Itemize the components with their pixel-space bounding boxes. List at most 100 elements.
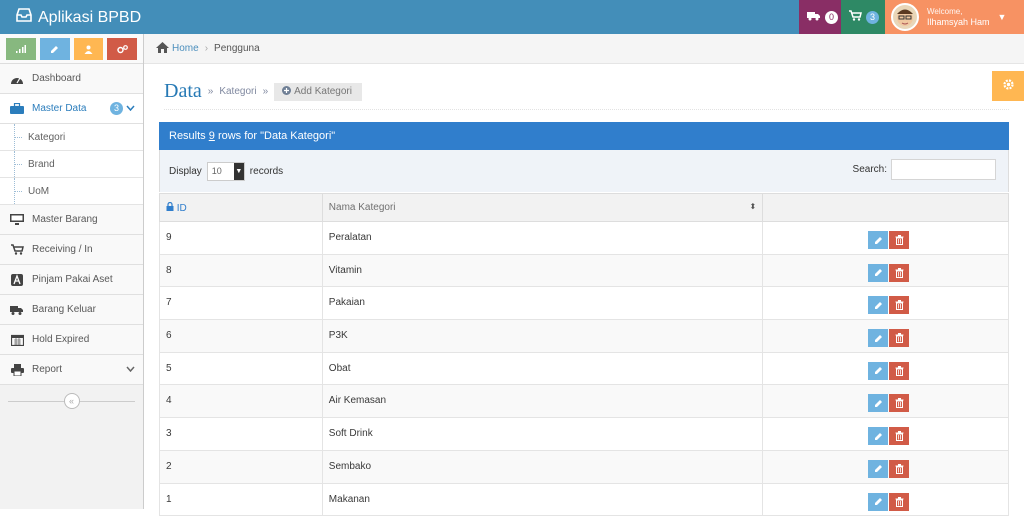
user-name: Ilhamsyah Ham <box>927 17 990 27</box>
table-row: 6 P3K <box>159 319 1009 353</box>
records-per-page-value: 10 <box>211 166 222 176</box>
cell-actions <box>762 482 1009 516</box>
pencil-icon <box>874 301 882 309</box>
edit-button[interactable] <box>868 361 889 380</box>
pencil-icon <box>874 465 882 473</box>
delete-button[interactable] <box>889 231 910 249</box>
sidebar-item-label: Barang Keluar <box>32 304 96 315</box>
table-row: 7 Pakaian <box>159 286 1009 321</box>
delete-button[interactable] <box>889 263 910 282</box>
sidebar-item-dashboard[interactable]: Dashboard <box>0 64 143 94</box>
print-icon <box>10 363 24 376</box>
column-header-nama-kategori[interactable]: Nama Kategori ⬍ <box>321 193 764 222</box>
column-header-id[interactable]: ID <box>159 193 323 222</box>
dashboard-icon <box>10 74 24 84</box>
breadcrumb-home[interactable]: Home <box>156 41 199 56</box>
pencil-icon <box>874 399 882 407</box>
pencil-icon <box>874 367 882 375</box>
cell-nama-kategori: Pakaian <box>321 286 764 321</box>
truck-notifications[interactable]: 0 <box>799 0 841 34</box>
edit-button[interactable] <box>868 492 889 511</box>
sidebar-subitem-uom[interactable]: UoM <box>0 178 143 205</box>
chart-icon[interactable] <box>6 38 36 60</box>
cart-icon <box>849 10 862 24</box>
table-row: 3 Soft Drink <box>159 417 1009 451</box>
double-chevron-left-icon[interactable]: « <box>63 393 80 409</box>
breadcrumb-home-label: Home <box>172 43 199 54</box>
cell-id: 1 <box>159 482 323 516</box>
results-suffix: rows for "Data Kategori" <box>217 130 336 142</box>
user-icon[interactable] <box>73 38 104 60</box>
sidebar-item-receiving[interactable]: Receiving / In <box>0 235 143 265</box>
records-per-page-select[interactable]: 10 ▼ <box>206 161 245 181</box>
plus-circle-icon <box>282 85 292 98</box>
calendar-icon <box>10 334 24 346</box>
pencil-icon <box>874 269 882 277</box>
trash-icon <box>895 333 904 344</box>
edit-button[interactable] <box>868 263 889 282</box>
sidebar-item-barang-keluar[interactable]: Barang Keluar <box>0 295 143 325</box>
pencil-icon[interactable] <box>39 38 70 60</box>
sidebar-item-master-barang[interactable]: Master Barang <box>0 205 143 235</box>
cell-nama-kategori: Soft Drink <box>321 417 764 451</box>
breadcrumb-current: Pengguna <box>214 43 260 54</box>
trash-icon <box>895 267 904 278</box>
delete-button[interactable] <box>889 361 910 380</box>
trash-icon <box>895 300 904 311</box>
edit-button[interactable] <box>868 231 889 249</box>
user-menu[interactable]: Welcome, Ilhamsyah Ham ▼ <box>885 0 1024 34</box>
column-header-label: ID <box>176 202 187 214</box>
edit-button[interactable] <box>868 459 889 478</box>
delete-button[interactable] <box>889 394 910 413</box>
desktop-icon <box>10 214 24 225</box>
delete-button[interactable] <box>889 492 910 511</box>
sidebar-item-master-data[interactable]: Master Data 3 <box>0 94 143 124</box>
table-row: 5 Obat <box>159 351 1009 386</box>
master-data-badge: 3 <box>110 102 123 115</box>
edit-button[interactable] <box>868 296 889 315</box>
chevron-down-icon: ▼ <box>233 162 244 180</box>
edit-button[interactable] <box>868 427 889 446</box>
avatar <box>891 3 919 31</box>
sidebar-item-label: Receiving / In <box>32 244 93 255</box>
sidebar-subitem-brand[interactable]: Brand <box>0 151 143 178</box>
inbox-icon <box>16 8 32 27</box>
cell-actions <box>762 319 1009 353</box>
column-header-actions <box>762 193 1009 222</box>
cogs-icon[interactable] <box>107 38 137 60</box>
cell-nama-kategori: Sembako <box>321 449 764 484</box>
trash-icon <box>895 463 904 474</box>
text-icon <box>10 273 24 286</box>
sidebar-subitem-kategori[interactable]: Kategori <box>0 124 143 151</box>
sidebar-subitem-label: Brand <box>28 158 55 170</box>
settings-button[interactable] <box>992 71 1024 101</box>
cart-icon <box>10 244 24 255</box>
cell-actions <box>762 221 1009 255</box>
search-input[interactable] <box>891 159 996 180</box>
cell-actions <box>762 351 1009 386</box>
chevron-down-icon <box>126 103 135 114</box>
table-row: 2 Sembako <box>159 449 1009 484</box>
edit-button[interactable] <box>868 394 889 413</box>
gear-icon <box>1002 78 1015 94</box>
delete-button[interactable] <box>889 329 910 348</box>
page-title: Data <box>164 80 202 102</box>
sidebar-item-label: Pinjam Pakai Aset <box>32 274 113 285</box>
sidebar-item-label: Report <box>32 364 63 375</box>
sidebar-item-label: Dashboard <box>32 73 81 84</box>
edit-button[interactable] <box>868 329 889 348</box>
sidebar-item-report[interactable]: Report <box>0 355 143 385</box>
cell-nama-kategori: Peralatan <box>321 221 764 255</box>
sidebar-item-hold-expired[interactable]: Hold Expired <box>0 325 143 355</box>
add-kategori-button[interactable]: Add Kategori <box>274 82 362 101</box>
cart-notifications[interactable]: 3 <box>841 0 885 34</box>
delete-button[interactable] <box>889 296 910 315</box>
trash-icon <box>895 431 904 442</box>
app-brand[interactable]: Aplikasi BPBD <box>16 8 141 27</box>
cell-id: 4 <box>159 384 323 419</box>
pencil-icon <box>874 334 882 342</box>
sidebar-item-pinjam-pakai-aset[interactable]: Pinjam Pakai Aset <box>0 265 143 295</box>
results-header: Results 9 rows for "Data Kategori" <box>159 122 1009 150</box>
delete-button[interactable] <box>889 459 910 478</box>
delete-button[interactable] <box>889 427 910 446</box>
